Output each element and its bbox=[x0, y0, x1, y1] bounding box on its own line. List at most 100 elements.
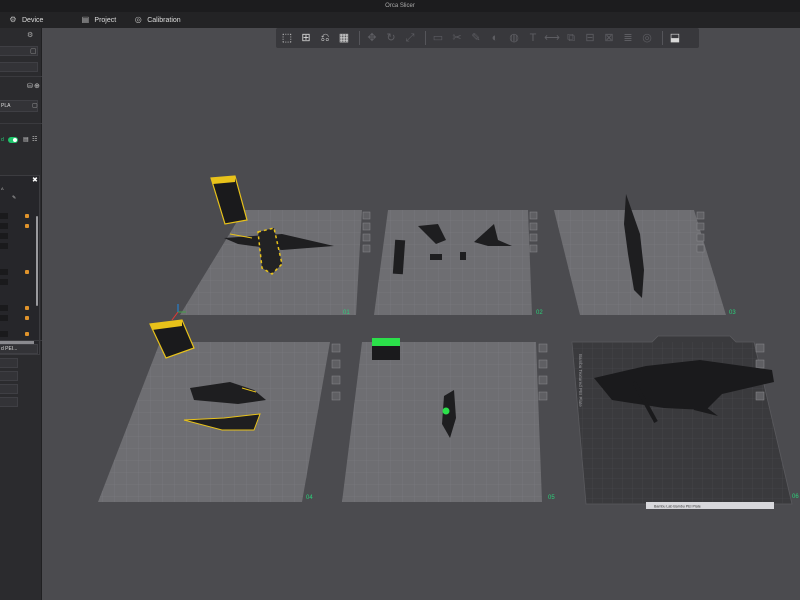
object-thumbnail bbox=[0, 243, 8, 249]
text-icon[interactable]: T bbox=[525, 30, 541, 46]
plate-number: 06 bbox=[792, 494, 799, 500]
object-thumbnail bbox=[0, 223, 8, 229]
filament-label: PLA bbox=[1, 103, 11, 109]
filament-add-icon[interactable]: ⊕ bbox=[34, 82, 40, 90]
measure-icon[interactable]: ⟷ bbox=[544, 30, 560, 46]
split-parts-icon[interactable]: ⊠ bbox=[601, 30, 617, 46]
arrange-icon[interactable]: ▦ bbox=[336, 30, 352, 46]
object-thumbnail bbox=[0, 269, 8, 275]
plate-number: 02 bbox=[536, 310, 543, 316]
lock-icon[interactable] bbox=[25, 270, 29, 274]
plate-number: 03 bbox=[729, 310, 736, 316]
object-thumbnail bbox=[0, 305, 8, 311]
plate-type-select[interactable] bbox=[0, 62, 38, 72]
add-plate-icon[interactable]: ⊞ bbox=[298, 30, 314, 46]
move-icon[interactable]: ✥ bbox=[364, 30, 380, 46]
axis-gizmo bbox=[171, 304, 186, 321]
layers-icon[interactable]: ≣ bbox=[620, 30, 636, 46]
toggle-label: d bbox=[1, 137, 4, 143]
lock-icon[interactable] bbox=[25, 332, 29, 336]
list-item[interactable] bbox=[0, 212, 36, 220]
lay-on-face-icon[interactable]: ▭ bbox=[430, 30, 446, 46]
viewport-toolbar: ⬚ ⊞ ⎌ ▦ ✥ ↻ ⤢ ▭ ✂ ✎ ◐ ◍ T ⟷ ⧉ ⊟ ⊠ ≣ ◎ ⬓ bbox=[276, 28, 699, 48]
plate-05-controls[interactable] bbox=[538, 343, 548, 401]
seam-paint-icon[interactable]: ◐ bbox=[487, 30, 503, 46]
setting-field[interactable] bbox=[0, 384, 18, 394]
menu-project-label: Project bbox=[94, 16, 117, 24]
orient-icon[interactable]: ⎌ bbox=[317, 30, 333, 46]
list-item[interactable] bbox=[0, 268, 36, 276]
advanced-toggle[interactable] bbox=[8, 137, 18, 143]
object-settings-icon[interactable]: ✎ bbox=[12, 195, 16, 201]
list-item[interactable]: ✎ bbox=[0, 194, 36, 202]
menu-device-label: Device bbox=[22, 16, 44, 24]
add-cube-icon[interactable]: ⬚ bbox=[279, 30, 295, 46]
list-item[interactable] bbox=[0, 222, 36, 230]
filament-sync-icon[interactable]: ⛁ bbox=[27, 82, 33, 90]
rotate-icon[interactable]: ↻ bbox=[383, 30, 399, 46]
toolbar-divider bbox=[359, 31, 360, 45]
bed-label: Bambu Lab Bambu PEI Plate bbox=[654, 505, 701, 509]
compare-icon[interactable]: ☷ bbox=[32, 136, 37, 143]
plate-02-controls[interactable] bbox=[529, 211, 538, 253]
plate-number: 05 bbox=[548, 495, 555, 501]
plates-canvas[interactable]: 01 02 03 04 05 Bambu Textured PEI Plate … bbox=[42, 28, 800, 600]
menu-calibration[interactable]: ◎ Calibration bbox=[134, 15, 181, 24]
edit-printer-icon[interactable]: ▢ bbox=[30, 47, 37, 55]
object-thumbnail bbox=[0, 279, 8, 285]
plate-number: 04 bbox=[306, 495, 313, 501]
lock-icon[interactable] bbox=[25, 306, 29, 310]
menu-device[interactable]: ⚙ Device bbox=[9, 16, 43, 24]
window-title: Orca Slicer bbox=[385, 3, 415, 9]
list-view-icon[interactable]: ▤ bbox=[23, 136, 29, 143]
list-item[interactable] bbox=[0, 314, 36, 322]
window-titlebar: Orca Slicer bbox=[0, 0, 800, 12]
sidebar-divider bbox=[0, 340, 42, 341]
settings-sidebar: ⚙ ▢ ⛁ ⊕ PLA ▢ d ▤ ☷ ✖ A ✎ d PEI... bbox=[0, 28, 42, 600]
setting-field[interactable] bbox=[0, 397, 18, 407]
object-list-header: A bbox=[1, 186, 4, 191]
project-icon: ▤ bbox=[81, 15, 90, 24]
plate-03[interactable]: 03 bbox=[554, 210, 736, 316]
menu-calibration-label: Calibration bbox=[147, 16, 181, 24]
object-list-panel: ✖ A ✎ bbox=[0, 175, 40, 355]
assembly-icon[interactable]: ⧉ bbox=[563, 30, 579, 46]
device-icon: ⚙ bbox=[9, 15, 17, 24]
sidebar-divider bbox=[0, 123, 42, 124]
calibration-icon: ◎ bbox=[134, 15, 142, 24]
object-thumbnail bbox=[0, 315, 8, 321]
3d-viewport[interactable]: 01 02 03 04 05 Bambu Textured PEI Plate … bbox=[42, 28, 800, 600]
plate-number: 01 bbox=[343, 310, 350, 316]
plate-01-controls[interactable] bbox=[362, 211, 371, 253]
lock-icon[interactable] bbox=[25, 214, 29, 218]
mesh-boolean-icon[interactable]: ◎ bbox=[639, 30, 655, 46]
object-thumbnail bbox=[0, 331, 8, 337]
setting-field[interactable] bbox=[0, 371, 18, 381]
bed-type-label: d PEI... bbox=[1, 346, 18, 352]
plate-04-controls[interactable] bbox=[331, 343, 341, 401]
list-item[interactable] bbox=[0, 330, 36, 338]
object-thumbnail bbox=[0, 213, 8, 219]
edit-filament-icon[interactable]: ▢ bbox=[32, 102, 38, 109]
view-settings-icon[interactable]: ⬓ bbox=[667, 30, 683, 46]
list-item[interactable] bbox=[0, 278, 36, 286]
printer-row: ⚙ bbox=[0, 31, 42, 43]
close-icon[interactable]: ✖ bbox=[32, 176, 38, 184]
list-item[interactable] bbox=[0, 304, 36, 312]
scale-icon[interactable]: ⤢ bbox=[402, 30, 418, 46]
lock-icon[interactable] bbox=[25, 224, 29, 228]
list-item[interactable] bbox=[0, 242, 36, 250]
cut-icon[interactable]: ✂ bbox=[449, 30, 465, 46]
support-paint-icon[interactable]: ✎ bbox=[468, 30, 484, 46]
color-paint-icon[interactable]: ◍ bbox=[506, 30, 522, 46]
list-scrollbar[interactable] bbox=[36, 216, 38, 306]
toolbar-divider bbox=[662, 31, 663, 45]
sidebar-divider bbox=[0, 76, 42, 77]
menu-project[interactable]: ▤ Project bbox=[81, 15, 117, 24]
list-item[interactable] bbox=[0, 232, 36, 240]
split-objects-icon[interactable]: ⊟ bbox=[582, 30, 598, 46]
lock-icon[interactable] bbox=[25, 316, 29, 320]
setting-field[interactable] bbox=[0, 358, 18, 368]
printer-settings-icon[interactable]: ⚙ bbox=[27, 31, 33, 39]
object-thumbnail bbox=[0, 233, 8, 239]
